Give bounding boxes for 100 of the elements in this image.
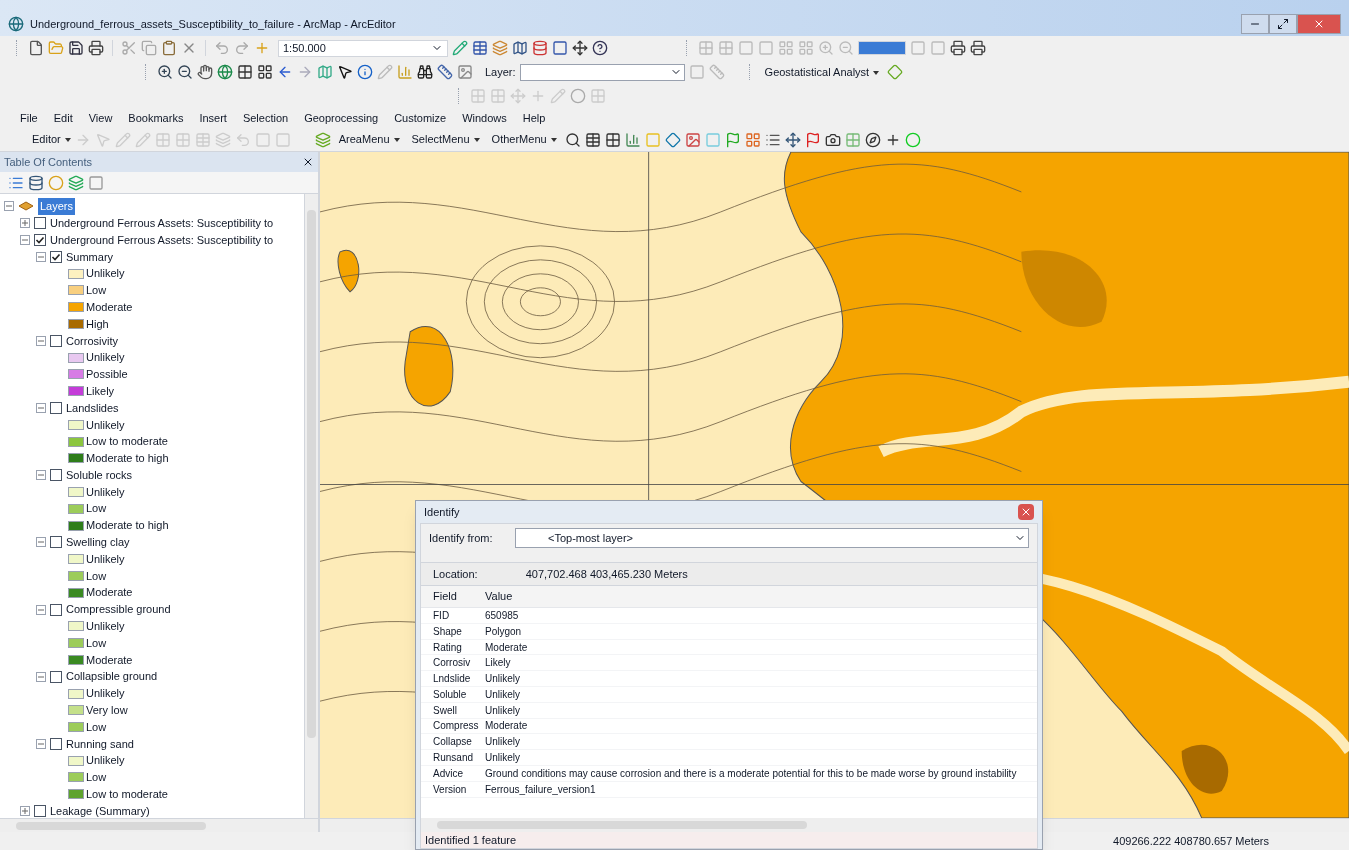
- database-icon[interactable]: [532, 40, 548, 56]
- print-preview-icon[interactable]: [950, 40, 966, 56]
- flag-icon[interactable]: [804, 131, 821, 148]
- menu-item[interactable]: Help: [522, 109, 546, 127]
- page-icon[interactable]: [910, 40, 926, 56]
- map-icon[interactable]: [512, 40, 528, 56]
- move-icon[interactable]: [510, 88, 526, 104]
- toolbar-menu[interactable]: AreaMenu: [334, 131, 404, 148]
- list-by-source-icon[interactable]: [28, 174, 44, 191]
- frame-icon[interactable]: [758, 40, 774, 56]
- zoom-in-icon[interactable]: [157, 64, 173, 80]
- window-icon[interactable]: [552, 40, 568, 56]
- print-icon[interactable]: [88, 40, 104, 56]
- layer-checkbox[interactable]: [50, 401, 62, 414]
- expand-toggle[interactable]: [20, 218, 30, 229]
- sketch-icon[interactable]: [134, 131, 151, 148]
- menu-item[interactable]: Bookmarks: [128, 109, 184, 127]
- scissors-icon[interactable]: [121, 40, 137, 56]
- color-swatch-dropdown[interactable]: [858, 41, 906, 55]
- layer-name[interactable]: Underground Ferrous Assets: Susceptibility to: [50, 214, 274, 232]
- layer-name[interactable]: Leakage (Summary): [50, 802, 150, 818]
- layer-name[interactable]: Landslides: [66, 399, 119, 417]
- copy-icon[interactable]: [141, 40, 157, 56]
- pan-icon[interactable]: [197, 64, 213, 80]
- layer-name[interactable]: Summary: [66, 248, 114, 266]
- back-icon[interactable]: [277, 64, 293, 80]
- layer-checkbox[interactable]: [50, 603, 62, 616]
- scale-field[interactable]: 1:50.000: [278, 39, 448, 57]
- layer-checkbox[interactable]: [50, 334, 62, 347]
- frame-icon[interactable]: [738, 40, 754, 56]
- circle-icon[interactable]: [570, 88, 586, 104]
- clipboard-icon[interactable]: [161, 40, 177, 56]
- menu-item[interactable]: Insert: [199, 109, 227, 127]
- layer-name[interactable]: Compressible ground: [66, 601, 171, 618]
- sketch-icon[interactable]: [114, 131, 131, 148]
- horizontal-scrollbar[interactable]: [421, 818, 1037, 832]
- save-icon[interactable]: [68, 40, 84, 56]
- layer-name[interactable]: Running sand: [66, 735, 134, 753]
- toolbar-menu[interactable]: OtherMenu: [487, 131, 561, 148]
- layer-checkbox[interactable]: [34, 805, 46, 818]
- table-icon[interactable]: [472, 40, 488, 56]
- close-icon[interactable]: [302, 156, 314, 168]
- add-data-icon[interactable]: [254, 40, 270, 56]
- menu-item[interactable]: Geoprocessing: [304, 109, 379, 127]
- menu-item[interactable]: File: [20, 109, 38, 127]
- menu-item[interactable]: Selection: [242, 109, 289, 127]
- layer-name[interactable]: Underground Ferrous Assets: Susceptibility to: [50, 231, 274, 249]
- zoom-out-icon[interactable]: [177, 64, 193, 80]
- pointer-icon[interactable]: [337, 64, 353, 80]
- menu-item[interactable]: View: [88, 109, 113, 127]
- vertical-scrollbar[interactable]: [304, 194, 318, 818]
- layers-icon[interactable]: [214, 131, 231, 148]
- layer-checkbox[interactable]: [34, 217, 46, 230]
- menu-item[interactable]: Edit: [53, 109, 73, 127]
- diamond-icon[interactable]: [664, 131, 681, 148]
- table-icon[interactable]: [584, 131, 601, 148]
- layer-checkbox[interactable]: [50, 737, 62, 750]
- collapse-toggle[interactable]: [36, 604, 46, 615]
- horizontal-scrollbar[interactable]: [0, 818, 318, 832]
- identify-icon[interactable]: [357, 64, 373, 80]
- layer-checkbox[interactable]: [34, 234, 46, 246]
- identify-from-dropdown[interactable]: <Top-most layer>: [515, 528, 1029, 548]
- layout-icon[interactable]: [778, 40, 794, 56]
- layer-name[interactable]: Soluble rocks: [66, 466, 133, 484]
- collapse-toggle[interactable]: [36, 402, 46, 413]
- print-icon[interactable]: [970, 40, 986, 56]
- redo-icon[interactable]: [234, 40, 250, 56]
- collapse-toggle[interactable]: [36, 335, 46, 346]
- collapse-toggle[interactable]: [4, 201, 14, 212]
- layer-checkbox[interactable]: [50, 469, 62, 482]
- menu-item[interactable]: Windows: [462, 109, 507, 127]
- layer-name[interactable]: Swelling clay: [66, 534, 130, 551]
- ruler-icon[interactable]: [437, 64, 453, 80]
- image-icon[interactable]: [684, 131, 701, 148]
- collapse-toggle[interactable]: [36, 671, 46, 682]
- diamond-icon[interactable]: [887, 64, 904, 80]
- maximize-button[interactable]: [1269, 14, 1297, 34]
- collapse-toggle[interactable]: [36, 537, 46, 548]
- globe-icon[interactable]: [217, 64, 233, 80]
- help-icon[interactable]: [592, 40, 608, 56]
- collapse-toggle[interactable]: [36, 738, 46, 749]
- close-button[interactable]: [1018, 504, 1034, 520]
- edit-pointer-icon[interactable]: [94, 131, 111, 148]
- data-frame-label[interactable]: Layers: [38, 198, 76, 215]
- toolbar-menu[interactable]: SelectMenu: [407, 131, 484, 148]
- layer-checkbox[interactable]: [50, 536, 62, 549]
- new-file-icon[interactable]: [28, 40, 44, 56]
- camera-icon[interactable]: [824, 131, 841, 148]
- layout-icon[interactable]: [798, 40, 814, 56]
- chart-icon[interactable]: [624, 131, 641, 148]
- collapse-toggle[interactable]: [20, 235, 30, 245]
- pencil-icon[interactable]: [550, 88, 566, 104]
- pencil-icon[interactable]: [452, 40, 468, 56]
- collapse-toggle[interactable]: [36, 470, 46, 481]
- layer-name[interactable]: Corrosivity: [66, 332, 118, 349]
- plus-icon[interactable]: [530, 88, 546, 104]
- layer-checkbox[interactable]: [50, 670, 62, 683]
- grid-icon[interactable]: [604, 131, 621, 148]
- undo-icon[interactable]: [214, 40, 230, 56]
- layer-dropdown[interactable]: [519, 63, 685, 81]
